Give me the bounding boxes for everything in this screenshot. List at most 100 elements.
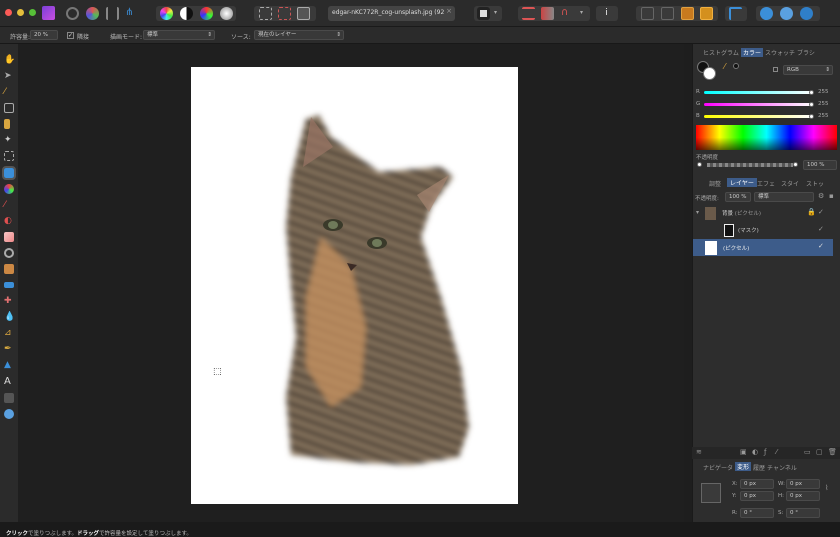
tab-stock[interactable]: ストッ [806, 179, 824, 188]
magnet-icon[interactable]: ∩ [561, 7, 574, 20]
mask-icon[interactable]: ▣ [740, 448, 747, 456]
opacity-knob[interactable] [793, 162, 798, 167]
adjustment-icon[interactable]: ◐ [752, 448, 758, 456]
color-model-select[interactable]: RGB ⇕ [783, 65, 833, 75]
gear-icon[interactable]: ⚙ [818, 192, 824, 200]
crop-tool-icon[interactable] [4, 103, 14, 113]
tab-brushes[interactable]: ブラシ [797, 48, 815, 57]
boolean-add-icon[interactable] [760, 7, 773, 20]
g-slider[interactable] [704, 103, 812, 106]
auto-white-balance-icon[interactable] [220, 7, 233, 20]
h-field[interactable]: 0 px [786, 491, 820, 501]
zoom-window-button[interactable] [29, 9, 36, 16]
b-slider-knob[interactable] [809, 114, 814, 119]
layer-row-pixel[interactable]: (ピクセル) ✓ [693, 239, 833, 256]
r-value[interactable]: 255 [818, 89, 829, 95]
hand-tool-icon[interactable]: ✋ [4, 55, 15, 65]
lock-icon[interactable] [773, 67, 778, 72]
add-layer-icon[interactable]: ▢ [816, 448, 823, 456]
contiguous-checkbox[interactable]: ✓ [67, 32, 74, 39]
flood-select-icon[interactable]: ✦ [4, 135, 14, 145]
deselect-icon[interactable] [278, 7, 291, 20]
dodge-tool-icon[interactable] [4, 248, 14, 258]
opacity-field[interactable]: 100 % [803, 160, 837, 170]
layer-row-background[interactable]: ▾ 背景 (ピクセル) 🔒 ✓ [693, 205, 833, 222]
blur-tool-icon[interactable]: 💧 [4, 312, 15, 322]
selection-brush-icon[interactable] [4, 119, 10, 129]
boolean-intersect-icon[interactable] [800, 7, 813, 20]
blend-mode-select[interactable]: 標準 ⇕ [143, 30, 215, 40]
document-tab[interactable]: edgar-nKC772R_cog-unsplash.jpg (92 × [328, 6, 455, 21]
g-slider-knob[interactable] [809, 102, 814, 107]
auto-levels-icon[interactable] [160, 7, 173, 20]
fill-swap-icon[interactable] [733, 63, 739, 69]
tab-color[interactable]: カラー [741, 48, 764, 57]
g-value[interactable]: 255 [818, 101, 829, 107]
tab-histogram[interactable]: ヒストグラム [703, 48, 739, 57]
color-spectrum[interactable] [696, 125, 837, 150]
move-forward-icon[interactable] [661, 7, 674, 20]
chevron-down-icon[interactable]: ▾ [580, 9, 583, 16]
tab-effects[interactable]: エフェ [757, 179, 775, 188]
tone-mapping-icon[interactable] [106, 7, 119, 20]
close-tab-icon[interactable]: × [446, 7, 452, 15]
shear-field[interactable]: 0 ° [786, 508, 820, 518]
tab-channels[interactable]: チャンネル [767, 463, 797, 472]
move-back-icon[interactable] [641, 7, 654, 20]
tab-history[interactable]: 履歴 [753, 463, 765, 472]
chevron-down-icon[interactable]: ▾ [696, 209, 699, 216]
arrange-back-icon[interactable] [700, 7, 713, 20]
fx-icon[interactable]: ƒ [764, 448, 766, 456]
tab-styles[interactable]: スタイ [781, 179, 799, 188]
source-select[interactable]: 現在のレイヤー ⇕ [254, 30, 344, 40]
context-info-icon[interactable]: ⅰ [600, 7, 613, 20]
invert-selection-icon[interactable] [297, 7, 310, 20]
lock-icon[interactable]: ▪ [829, 192, 834, 200]
eyedropper-icon[interactable]: ⁄ [724, 62, 725, 71]
tab-layers[interactable]: レイヤー [727, 178, 757, 187]
brush-icon[interactable]: ⁄ [776, 448, 777, 456]
layers-stack-icon[interactable]: ≋ [696, 448, 702, 456]
color-picker-tool-icon[interactable]: ⁄ [4, 87, 14, 97]
move-tool-icon[interactable]: ➤ [4, 71, 14, 81]
share-icon[interactable]: ⋔ [125, 7, 138, 20]
smudge-tool-icon[interactable] [4, 264, 14, 274]
quick-mask-icon[interactable] [477, 7, 490, 20]
anchor-selector[interactable] [701, 483, 721, 503]
w-field[interactable]: 0 px [786, 479, 820, 489]
tab-adjustments[interactable]: 調整 [709, 179, 721, 188]
snapping-icon[interactable] [522, 7, 535, 20]
arrange-front-icon[interactable] [681, 7, 694, 20]
rotation-field[interactable]: 0 ° [740, 508, 774, 518]
layer-row-mask[interactable]: (マスク) ✓ [693, 222, 833, 239]
tab-swatches[interactable]: スウォッチ [765, 48, 795, 57]
auto-colors-icon[interactable] [200, 7, 213, 20]
lock-icon[interactable]: 🔒 [807, 208, 816, 216]
visibility-check-icon[interactable]: ✓ [818, 225, 824, 233]
align-icon[interactable] [729, 7, 742, 20]
pixel-persona-icon[interactable] [66, 7, 79, 20]
visibility-check-icon[interactable]: ✓ [818, 242, 824, 250]
zoom-tool-icon[interactable] [4, 409, 14, 419]
document-canvas[interactable] [191, 67, 518, 504]
erase-tool-icon[interactable] [4, 232, 14, 242]
tolerance-field[interactable]: 20 % [30, 30, 58, 40]
mesh-warp-icon[interactable]: ⊿ [4, 328, 14, 338]
y-field[interactable]: 0 px [740, 491, 774, 501]
visibility-check-icon[interactable]: ✓ [818, 208, 824, 216]
select-marquee-icon[interactable] [259, 7, 272, 20]
tab-navigator[interactable]: ナビゲータ [703, 463, 733, 472]
r-slider[interactable] [704, 91, 812, 94]
secondary-color-well[interactable] [703, 67, 716, 80]
paint-brush-icon[interactable]: ⁄ [4, 200, 14, 210]
minimize-window-button[interactable] [17, 9, 24, 16]
gradient-tool-icon[interactable] [4, 184, 14, 194]
pen-tool-icon[interactable]: ✒ [4, 344, 14, 354]
trash-icon[interactable]: 🗑 [828, 448, 837, 456]
clone-tool-icon[interactable] [4, 282, 14, 288]
tab-transform[interactable]: 変形 [735, 462, 752, 471]
close-window-button[interactable] [5, 9, 12, 16]
develop-persona-icon[interactable] [86, 7, 99, 20]
auto-contrast-icon[interactable] [180, 7, 193, 20]
folder-icon[interactable]: ▭ [804, 448, 811, 456]
